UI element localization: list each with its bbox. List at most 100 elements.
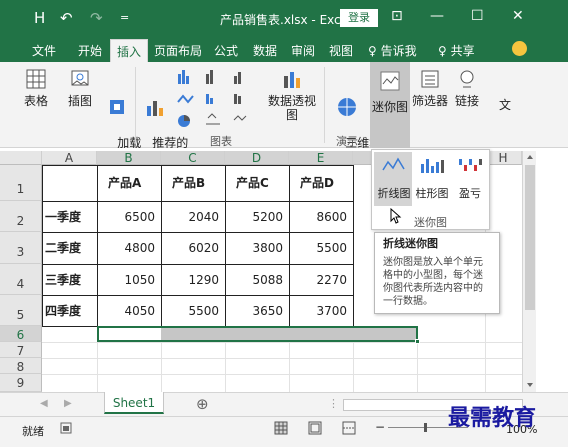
cell-d2[interactable]: 5200 [225, 201, 290, 233]
tab-file[interactable]: 文件 [32, 42, 56, 59]
sparklines-button[interactable]: 迷你图 [370, 62, 410, 148]
cell-b5[interactable]: 4050 [97, 295, 162, 327]
row-header-1[interactable]: 1 [0, 165, 42, 201]
column-header-h[interactable]: H [485, 151, 522, 165]
scroll-up-icon[interactable] [526, 153, 534, 161]
tab-formulas[interactable]: 公式 [214, 42, 238, 59]
tab-data[interactable]: 数据 [253, 42, 277, 59]
winloss-sparkline-label: 盈亏 [459, 187, 481, 200]
cell-a2[interactable]: 一季度 [42, 201, 98, 233]
normal-view-icon[interactable] [274, 421, 288, 435]
mouse-cursor-icon [390, 208, 402, 224]
addins-icon [110, 100, 124, 114]
text-button[interactable]: 文 [495, 98, 515, 112]
page-break-view-icon[interactable] [342, 421, 356, 435]
fill-handle[interactable] [415, 339, 420, 344]
minimize-button[interactable]: — [430, 8, 444, 24]
cell-b2[interactable]: 6500 [97, 201, 162, 233]
customize-qat-icon[interactable]: = [120, 11, 129, 24]
smiley-feedback-icon[interactable] [512, 41, 527, 56]
next-sheet-icon[interactable]: ▶ [64, 398, 72, 409]
column-header-d[interactable]: D [225, 151, 289, 165]
tab-view[interactable]: 视图 [329, 42, 353, 59]
sparklines-group-label: 迷你图 [414, 216, 447, 229]
cell-c3[interactable]: 6020 [161, 232, 226, 265]
cell-a1[interactable] [42, 165, 98, 202]
row-header-6[interactable]: 6 [0, 326, 42, 342]
cell-c5[interactable]: 5500 [161, 295, 226, 327]
pivotchart-button[interactable]: 数据透视图 [264, 68, 320, 122]
group-label-tours: 演示 [336, 135, 358, 148]
recommended-charts-icon [147, 101, 163, 116]
tab-home[interactable]: 开始 [78, 42, 102, 59]
cell-c4[interactable]: 1290 [161, 264, 226, 296]
cell-e1[interactable]: 产品D [289, 165, 354, 202]
redo-icon[interactable]: ↷ [90, 9, 103, 27]
row-header-2[interactable]: 2 [0, 201, 42, 232]
line-sparkline-button[interactable]: 折线图 [376, 156, 412, 201]
column-header-c[interactable]: C [161, 151, 225, 165]
cell-d3[interactable]: 3800 [225, 232, 290, 265]
undo-icon[interactable]: ↶ [60, 9, 73, 27]
tab-insert[interactable]: 插入 [110, 39, 149, 62]
cell-e3[interactable]: 5500 [289, 232, 354, 265]
splitter-icon[interactable]: ⋮ [328, 397, 339, 410]
scroll-down-icon[interactable] [526, 381, 534, 389]
selected-range[interactable] [97, 326, 420, 344]
active-cell[interactable] [99, 328, 161, 340]
tab-page-layout[interactable]: 页面布局 [154, 42, 202, 59]
share-button[interactable]: ♀ 共享 [438, 42, 475, 59]
row-header-7[interactable]: 7 [0, 342, 42, 358]
add-sheet-icon[interactable]: ⊕ [196, 395, 209, 413]
cell-c2[interactable]: 2040 [161, 201, 226, 233]
cell-a5[interactable]: 四季度 [42, 295, 98, 327]
tell-me-search[interactable]: ♀ 告诉我 [368, 42, 417, 59]
login-button[interactable]: 登录 [340, 9, 378, 27]
row-header-8[interactable]: 8 [0, 358, 42, 374]
select-all-corner[interactable] [0, 151, 42, 165]
sparkline-tooltip: 折线迷你图 迷你图是放入单个单元格中的小型图，每个迷你图代表所选内容中的一行数据… [374, 232, 500, 314]
row-header-9[interactable]: 9 [0, 374, 42, 392]
save-icon[interactable]: H [34, 9, 45, 27]
tab-review[interactable]: 审阅 [291, 42, 315, 59]
table-button[interactable]: 表格 [20, 68, 52, 108]
sheet-tab-sheet1[interactable]: Sheet1 [104, 392, 164, 414]
restore-button[interactable]: ☐ [471, 8, 484, 24]
cell-a3[interactable]: 二季度 [42, 232, 98, 265]
filter-button[interactable]: 筛选器 [412, 68, 448, 108]
cell-e2[interactable]: 8600 [289, 201, 354, 233]
cell-d4[interactable]: 5088 [225, 264, 290, 296]
ribbon-display-icon[interactable]: ⊡ [391, 8, 403, 24]
vertical-scrollbar[interactable] [522, 151, 536, 392]
cell-b1[interactable]: 产品A [97, 165, 162, 202]
winloss-sparkline-button[interactable]: 盈亏 [452, 156, 488, 201]
link-button[interactable]: 链接 [452, 68, 482, 108]
cell-a4[interactable]: 三季度 [42, 264, 98, 296]
chart-types-gallery[interactable] [176, 68, 260, 130]
sparkline-dropdown: 折线图 柱形图 盈亏 迷你图 [371, 149, 490, 230]
cell-b4[interactable]: 1050 [97, 264, 162, 296]
row-header-3[interactable]: 3 [0, 232, 42, 264]
row-header-4[interactable]: 4 [0, 264, 42, 295]
close-button[interactable]: ✕ [512, 8, 524, 24]
prev-sheet-icon[interactable]: ◀ [40, 398, 48, 409]
row-header-5[interactable]: 5 [0, 295, 42, 326]
zoom-out-button[interactable]: − [375, 420, 385, 434]
sparklines-icon [380, 71, 400, 91]
cell-e4[interactable]: 2270 [289, 264, 354, 296]
window-title: 产品销售表.xlsx - Excel [220, 13, 352, 27]
column-header-e[interactable]: E [289, 151, 353, 165]
illustrations-button[interactable]: 插图 [62, 68, 98, 108]
column-sparkline-button[interactable]: 柱形图 [414, 156, 450, 201]
cell-c1[interactable]: 产品B [161, 165, 226, 202]
column-header-a[interactable]: A [42, 151, 97, 165]
cell-b3[interactable]: 4800 [97, 232, 162, 265]
page-layout-view-icon[interactable] [308, 421, 322, 435]
cell-e5[interactable]: 3700 [289, 295, 354, 327]
macro-record-icon[interactable] [60, 422, 72, 434]
cell-d5[interactable]: 3650 [225, 295, 290, 327]
zoom-slider-thumb[interactable] [424, 423, 427, 432]
cell-d1[interactable]: 产品C [225, 165, 290, 202]
scroll-thumb[interactable] [525, 165, 535, 310]
column-header-b[interactable]: B [97, 151, 161, 165]
